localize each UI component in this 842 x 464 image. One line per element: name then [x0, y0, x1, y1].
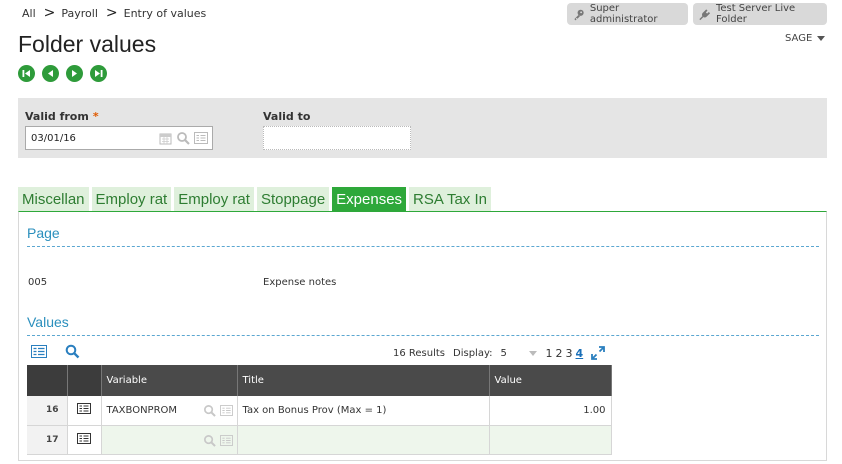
- page-link-2[interactable]: 2: [556, 347, 563, 360]
- section-divider: [27, 246, 819, 247]
- page-link-3[interactable]: 3: [566, 347, 573, 360]
- tab-expenses[interactable]: Expenses: [332, 187, 407, 211]
- values-section-title: Values: [27, 314, 69, 330]
- title-cell[interactable]: Tax on Bonus Prov (Max = 1): [237, 396, 490, 426]
- display-label: Display:: [453, 347, 493, 359]
- grid-pagination: 16 Results Display: 5 1 2 3 4: [393, 346, 606, 360]
- display-count-select[interactable]: 5: [501, 348, 525, 359]
- breadcrumb-separator: >: [43, 5, 56, 21]
- tab-content: Page 005 Expense notes Values 16 Results…: [18, 211, 827, 461]
- values-table: Variable Title Value 16 TAXBONPROM Tax o…: [27, 365, 612, 455]
- record-navigation: [18, 65, 107, 82]
- tab-employ-rat-1[interactable]: Employ rat: [91, 187, 172, 211]
- folder-button-label: Test Server Live Folder: [715, 3, 796, 25]
- row-number-header: [27, 365, 68, 396]
- valid-from-field[interactable]: 03/01/16: [25, 126, 213, 150]
- calendar-icon[interactable]: [159, 132, 172, 145]
- breadcrumb-all[interactable]: All: [22, 7, 36, 20]
- column-header-value[interactable]: Value: [489, 365, 612, 396]
- table-row: 17: [27, 425, 612, 455]
- search-icon[interactable]: [203, 434, 216, 447]
- previous-record-icon[interactable]: [42, 65, 59, 82]
- caret-down-icon: [817, 36, 826, 41]
- search-icon[interactable]: [203, 404, 216, 417]
- breadcrumb-separator: >: [105, 5, 118, 21]
- variable-cell[interactable]: [101, 425, 238, 455]
- table-header-row: Variable Title Value: [27, 365, 612, 396]
- column-header-variable[interactable]: Variable: [101, 365, 238, 396]
- expand-icon[interactable]: [591, 346, 606, 360]
- search-icon[interactable]: [176, 131, 190, 145]
- page-section-title: Page: [27, 225, 60, 241]
- detail-icon[interactable]: [219, 405, 233, 416]
- detail-icon[interactable]: [219, 434, 233, 446]
- page-description: Expense notes: [263, 277, 337, 288]
- tab-rsa-tax-in[interactable]: RSA Tax In: [409, 187, 491, 211]
- page-code: 005: [28, 277, 48, 288]
- user-button-label: Super administrator: [589, 3, 658, 25]
- variable-cell[interactable]: TAXBONPROM: [101, 396, 238, 426]
- row-detail-button[interactable]: [67, 425, 102, 455]
- valid-from-label: Valid from *: [25, 110, 99, 123]
- page-title: Folder values: [18, 31, 157, 57]
- column-header-title[interactable]: Title: [237, 365, 490, 396]
- breadcrumb-entry-of-values[interactable]: Entry of values: [124, 7, 207, 20]
- row-number: 16: [27, 396, 68, 426]
- row-action-header: [67, 365, 102, 396]
- page-link-4[interactable]: 4: [576, 347, 584, 360]
- user-button[interactable]: Super administrator: [567, 3, 688, 25]
- detail-icon[interactable]: [77, 432, 91, 444]
- first-record-icon[interactable]: [18, 65, 35, 82]
- tab-employ-rat-2[interactable]: Employ rat: [174, 187, 254, 211]
- detail-icon[interactable]: [194, 132, 208, 144]
- detail-icon[interactable]: [77, 403, 91, 415]
- caret-down-icon[interactable]: [528, 350, 537, 356]
- key-icon: [574, 9, 584, 20]
- breadcrumb: All > Payroll > Entry of values: [22, 5, 207, 21]
- search-icon[interactable]: [65, 344, 80, 359]
- results-count: 16 Results: [393, 347, 446, 359]
- value-cell[interactable]: 1.00: [489, 396, 612, 426]
- tab-bar: Miscellan Employ rat Employ rat Stoppage…: [18, 187, 491, 211]
- breadcrumb-payroll[interactable]: Payroll: [61, 7, 98, 20]
- title-cell[interactable]: [237, 425, 490, 455]
- page-link-1[interactable]: 1: [546, 347, 553, 360]
- row-number: 17: [27, 425, 68, 455]
- variable-value: TAXBONPROM: [106, 404, 178, 416]
- validity-panel: Valid from * 03/01/16 Valid to: [18, 98, 827, 158]
- plug-icon: [699, 8, 711, 20]
- section-divider: [27, 335, 819, 336]
- company-menu[interactable]: SAGE: [785, 33, 826, 44]
- grid-toolbar: [31, 344, 80, 359]
- tab-miscellan[interactable]: Miscellan: [18, 187, 89, 211]
- tab-stoppage[interactable]: Stoppage: [256, 187, 330, 211]
- folder-button[interactable]: Test Server Live Folder: [693, 3, 827, 25]
- company-menu-label: SAGE: [785, 33, 813, 44]
- table-row: 16 TAXBONPROM Tax on Bonus Prov (Max = 1…: [27, 396, 612, 426]
- valid-from-value: 03/01/16: [31, 133, 76, 144]
- row-detail-button[interactable]: [67, 396, 102, 426]
- last-record-icon[interactable]: [90, 65, 107, 82]
- valid-to-label: Valid to: [263, 110, 311, 123]
- next-record-icon[interactable]: [66, 65, 83, 82]
- required-marker: *: [92, 110, 99, 123]
- valid-from-label-text: Valid from: [25, 110, 89, 123]
- list-view-icon[interactable]: [31, 345, 47, 358]
- valid-to-field[interactable]: [263, 126, 411, 150]
- value-cell[interactable]: [489, 425, 612, 455]
